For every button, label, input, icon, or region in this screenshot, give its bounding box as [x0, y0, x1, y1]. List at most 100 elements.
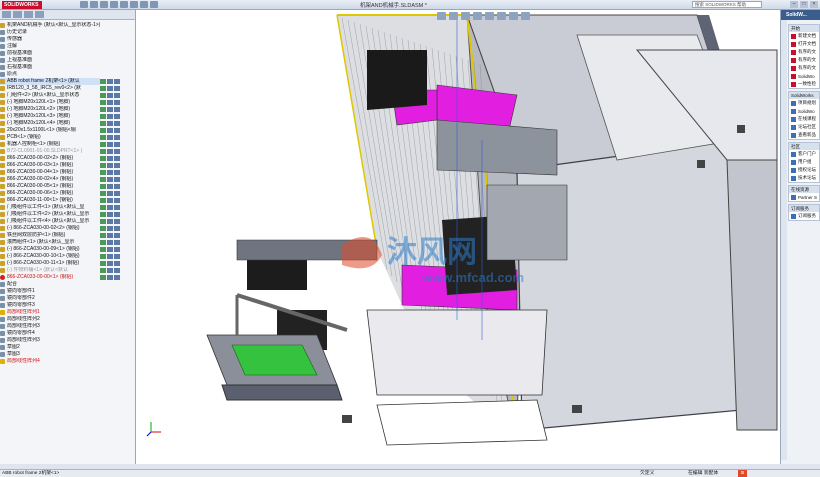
tree-item[interactable]: 上视基准面: [0, 57, 100, 64]
tree-item[interactable]: 门吸组件以工件<4> (默认<默认_显示: [0, 218, 100, 225]
tree-item[interactable]: 机器人控制柜<1> (钢铝): [0, 141, 100, 148]
tree-item[interactable]: 镜向零部件4: [0, 330, 100, 337]
task-link[interactable]: Partner S: [789, 193, 819, 201]
tree-item[interactable]: 门组件<2> (默认<默认_显示状态: [0, 92, 100, 99]
tree-item[interactable]: (-) 地脚M20x120L<2> (地脚): [0, 106, 100, 113]
task-link[interactable]: 论坛社区: [789, 123, 819, 131]
tree-item[interactable]: 局部线性阵列1: [0, 309, 100, 316]
task-section-title[interactable]: 开始: [789, 25, 819, 32]
tree-item[interactable]: 配合: [0, 281, 100, 288]
tree-item[interactable]: 866-ZCA030-11-00<1> (钢铝): [0, 197, 100, 204]
task-link[interactable]: 有序的文: [789, 56, 819, 64]
tree-item[interactable]: 铁丝网双层防护<1> (钢铝): [0, 232, 100, 239]
task-link[interactable]: 查看新品: [789, 131, 819, 139]
tree-item[interactable]: 前视基准面: [0, 50, 100, 57]
solidworks-logo[interactable]: SOLIDWORKS: [2, 1, 42, 9]
task-link[interactable]: 技术论坛: [789, 174, 819, 182]
task-link[interactable]: 新建文档: [789, 32, 819, 40]
minimize-icon[interactable]: –: [790, 1, 798, 8]
tree-item[interactable]: 镜向零部件3: [0, 302, 100, 309]
tree-item[interactable]: 镜向零部件1: [0, 288, 100, 295]
feature-manager-tab-icon[interactable]: [2, 11, 11, 18]
dim-xpert-tab-icon[interactable]: [35, 11, 44, 18]
tree-item[interactable]: 传感器: [0, 36, 100, 43]
task-link[interactable]: SolidWo: [789, 72, 819, 80]
search-input[interactable]: 搜索 SOLIDWORKS 帮助: [692, 1, 762, 8]
tree-item[interactable]: (-) 地脚M20x120L<3> (地脚): [0, 113, 100, 120]
tree-item[interactable]: 866-ZCA030-00-05<1> (钢铝): [0, 183, 100, 190]
task-link[interactable]: 在线课程: [789, 115, 819, 123]
tree-item[interactable]: PCB<1> (钢铝): [0, 134, 100, 141]
graphics-area[interactable]: 沐风网 www.mfcad.com: [137, 10, 780, 464]
section-view-icon[interactable]: [473, 12, 482, 20]
tree-item[interactable]: IRB120_3_58_IRC5_rev0<2> (默: [0, 85, 100, 92]
tree-item[interactable]: B72-CL0001-01-00.SLDPRT<1> (: [0, 148, 100, 155]
maximize-icon[interactable]: □: [800, 1, 808, 8]
appearance-icon[interactable]: [521, 12, 530, 20]
rebuild-icon[interactable]: [140, 1, 148, 8]
tree-item[interactable]: 原点: [0, 71, 100, 78]
tree-item[interactable]: 866-ZCA033-00-00<1> (钢铝): [0, 274, 100, 281]
undo-icon[interactable]: [120, 1, 128, 8]
zoom-area-icon[interactable]: [449, 12, 458, 20]
select-icon[interactable]: [130, 1, 138, 8]
tree-item[interactable]: 镜向零部件2: [0, 295, 100, 302]
tree-item[interactable]: 866-ZCA030-00-02<4> (钢铝): [0, 176, 100, 183]
tree-item[interactable]: 门吸组件以工件<2> (默认<默认_显示: [0, 211, 100, 218]
cad-model-view[interactable]: 沐风网 www.mfcad.com: [137, 10, 780, 464]
tree-item[interactable]: (-) 地脚M20x120L<1> (地脚): [0, 99, 100, 106]
save-icon[interactable]: [100, 1, 108, 8]
tree-item[interactable]: 机架AND机械手 (默认<默认_显示状态-1>): [0, 22, 100, 29]
property-manager-tab-icon[interactable]: [13, 11, 22, 18]
tree-item[interactable]: (-) 866-ZCA030-00-02<2> (钢铝): [0, 225, 100, 232]
new-icon[interactable]: [80, 1, 88, 8]
tree-item[interactable]: 历史记录: [0, 29, 100, 36]
tree-item[interactable]: 局部线性阵列3: [0, 337, 100, 344]
task-link[interactable]: 项目规划: [789, 99, 819, 107]
task-link[interactable]: 有序的文: [789, 64, 819, 72]
ime-icon[interactable]: S: [738, 470, 747, 477]
task-section-title[interactable]: 订阅服务: [789, 205, 819, 212]
tree-item[interactable]: 右视基准面: [0, 64, 100, 71]
print-icon[interactable]: [110, 1, 118, 8]
tree-item[interactable]: 866-ZCA030-00-03<1> (钢铝): [0, 162, 100, 169]
tree-item[interactable]: ABB robot frame 2机架<1> (默认: [0, 78, 100, 85]
hide-show-icon[interactable]: [509, 12, 518, 20]
task-link[interactable]: 用户组: [789, 158, 819, 166]
task-link[interactable]: 授权论坛: [789, 166, 819, 174]
tree-item[interactable]: 866-ZCA030-00-02<2> (钢铝): [0, 155, 100, 162]
tree-item[interactable]: 局部线性阵列3: [0, 323, 100, 330]
tree-item[interactable]: 866-ZCA030-00-06<1> (钢铝): [0, 190, 100, 197]
config-manager-tab-icon[interactable]: [24, 11, 33, 18]
view-orientation-icon[interactable]: [485, 12, 494, 20]
task-section-title[interactable]: 社区: [789, 143, 819, 150]
options-icon[interactable]: [150, 1, 158, 8]
task-link[interactable]: SolidWo: [789, 107, 819, 115]
task-link[interactable]: 有序的文: [789, 48, 819, 56]
task-link[interactable]: 打开文档: [789, 40, 819, 48]
tree-item[interactable]: (-) 件物料桶<1> (默认<默认: [0, 267, 100, 274]
display-style-icon[interactable]: [497, 12, 506, 20]
task-link[interactable]: 订阅服务: [789, 212, 819, 220]
task-link[interactable]: 客户门户: [789, 150, 819, 158]
tree-item[interactable]: 门吸组件以工件<1> (默认<默认_显: [0, 204, 100, 211]
tree-item[interactable]: (-) 866-ZCA030-00-10<1> (钢铝): [0, 253, 100, 260]
open-icon[interactable]: [90, 1, 98, 8]
zoom-fit-icon[interactable]: [437, 12, 446, 20]
tree-item[interactable]: (-) 地脚M20x120L<4> (地脚): [0, 120, 100, 127]
tree-item[interactable]: 20x20x1.5x1100L<1> (钢铝<钢: [0, 127, 100, 134]
task-pane-header[interactable]: SolidW...: [781, 10, 820, 20]
tree-item[interactable]: (-) 866-ZCA030-00-09<1> (钢铝): [0, 246, 100, 253]
tree-item[interactable]: 局部线性阵列4: [0, 358, 100, 365]
previous-view-icon[interactable]: [461, 12, 470, 20]
tree-item[interactable]: 草图3: [0, 351, 100, 358]
tree-item[interactable]: 滚筒组件<1> (默认<默认_显示: [0, 239, 100, 246]
tree-item[interactable]: (-) 866-ZCA030-00-11<1> (钢铝): [0, 260, 100, 267]
task-link[interactable]: 一致性检: [789, 80, 819, 88]
tree-item[interactable]: 866-ZCA030-00-04<1> (钢铝): [0, 169, 100, 176]
tree-item[interactable]: 草图2: [0, 344, 100, 351]
tree-item[interactable]: 局部线性阵列2: [0, 316, 100, 323]
close-icon[interactable]: ×: [810, 1, 818, 8]
task-section-title[interactable]: 在线资源: [789, 186, 819, 193]
task-section-title[interactable]: SolidWorks: [789, 92, 819, 99]
